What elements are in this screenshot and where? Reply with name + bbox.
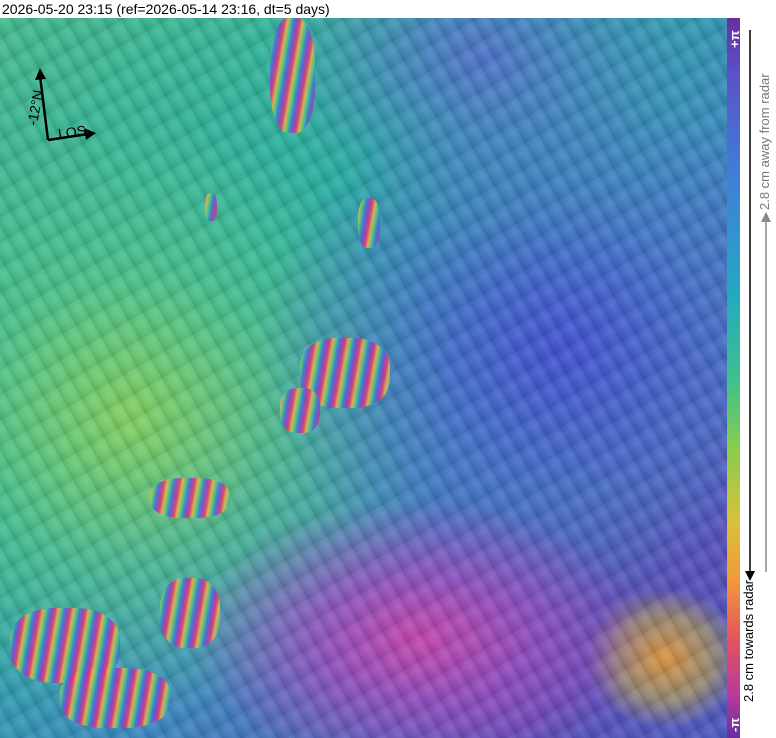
interferogram-map: -12°N LOS: [0, 18, 727, 738]
colorbar-top-symbol: +π: [727, 30, 742, 48]
colorbar-bottom-symbol: -π: [727, 717, 742, 732]
image-title: 2026-05-20 23:15 (ref=2026-05-14 23:16, …: [2, 1, 330, 17]
colorbar-away-label: 2.8 cm away from radar: [757, 73, 772, 210]
fringe-patch: [60, 668, 170, 728]
fringe-patch: [150, 478, 230, 518]
fringe-patch: [358, 198, 380, 248]
fringe-patch: [280, 388, 320, 433]
colorbar-strip: [727, 18, 740, 738]
away-arrow-icon: [761, 212, 771, 572]
colorbar-towards-label: 2.8 cm towards radar: [741, 579, 756, 702]
fringe-patch: [160, 578, 220, 648]
fringe-patch: [205, 193, 217, 221]
fringe-patch: [270, 18, 315, 133]
towards-arrow-icon: [745, 30, 755, 581]
